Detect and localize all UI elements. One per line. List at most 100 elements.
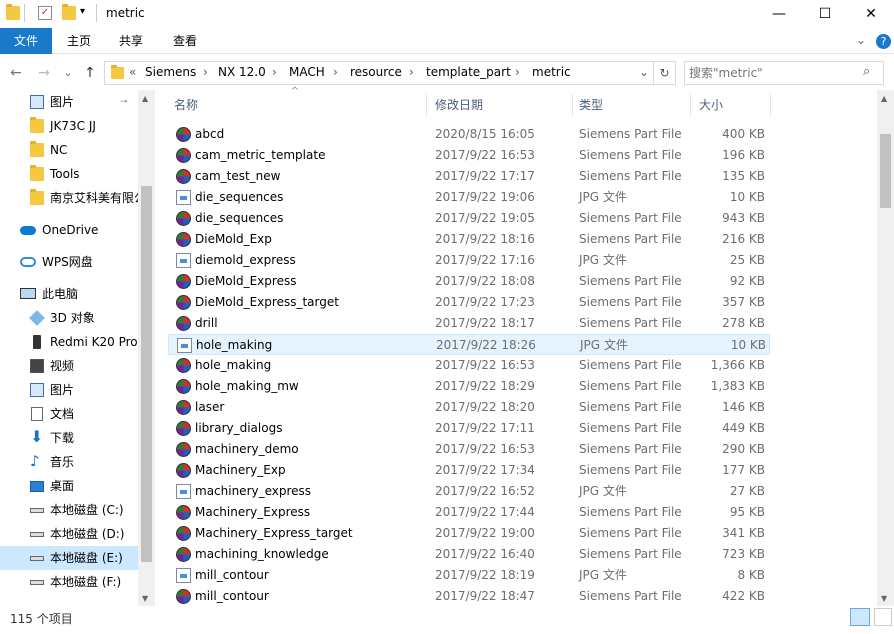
table-row[interactable]: DieMold_Exp 2017/9/22 18:16 Siemens Part F…: [168, 229, 770, 250]
breadcrumb-separator-icon[interactable]: ›: [203, 65, 208, 79]
table-row[interactable]: machinery_demo 2017/9/22 16:53 Siemens Par…: [168, 439, 770, 460]
table-row[interactable]: machinery_express 2017/9/22 16:52 JPG 文件 27…: [168, 481, 770, 502]
sidebar-item-drive-e[interactable]: 本地磁盘 (E:): [0, 546, 138, 570]
breadcrumb-item[interactable]: metric: [532, 65, 571, 79]
sidebar-item-shared-folder[interactable]: 南京艾科美有限公: [0, 186, 138, 210]
documents-icon: [31, 407, 43, 421]
table-row[interactable]: cam_metric_template 2017/9/22 16:53 Siemen…: [168, 145, 770, 166]
sidebar-item-desktop[interactable]: 桌面: [0, 474, 138, 498]
tab-file[interactable]: 文件: [0, 28, 52, 54]
breadcrumb-item[interactable]: MACH: [289, 65, 325, 79]
column-header-name[interactable]: 名称: [174, 94, 424, 116]
address-dropdown-icon[interactable]: ⌄: [639, 65, 649, 79]
file-size: 449 KB: [722, 421, 765, 435]
breadcrumb-item[interactable]: NX 12.0: [218, 65, 266, 79]
forward-button[interactable]: →: [34, 62, 54, 84]
minimize-button[interactable]: —: [756, 0, 802, 28]
table-row[interactable]: cam_test_new 2017/9/22 17:17 Siemens Part …: [168, 166, 770, 187]
sidebar-item-wps[interactable]: WPS网盘: [0, 250, 138, 274]
search-box[interactable]: ⌕: [684, 61, 884, 85]
sidebar-item-jk73c[interactable]: JK73C JJ: [0, 114, 138, 138]
column-divider[interactable]: [572, 94, 573, 116]
refresh-button[interactable]: ↻: [654, 61, 676, 85]
scroll-thumb[interactable]: [880, 134, 891, 208]
scroll-up-icon[interactable]: ▲: [142, 94, 148, 103]
large-icons-view-icon[interactable]: [874, 608, 892, 626]
column-divider[interactable]: [690, 94, 691, 116]
table-row[interactable]: die_sequences 2017/9/22 19:06 JPG 文件 10 KB: [168, 187, 770, 208]
help-icon[interactable]: ?: [876, 34, 891, 49]
sidebar-item-downloads[interactable]: ⬇ 下载: [0, 426, 138, 450]
table-row[interactable]: Machinery_Exp 2017/9/22 17:34 Siemens Part…: [168, 460, 770, 481]
table-row[interactable]: diemold_express 2017/9/22 17:16 JPG 文件 25 K…: [168, 250, 770, 271]
table-row[interactable]: hole_making_mw 2017/9/22 18:29 Siemens Par…: [168, 376, 770, 397]
scroll-down-icon[interactable]: ▼: [881, 594, 887, 603]
sidebar-item-music[interactable]: ♪ 音乐: [0, 450, 138, 474]
sidebar-item-onedrive[interactable]: OneDrive: [0, 218, 138, 242]
scroll-up-icon[interactable]: ▲: [881, 94, 887, 103]
navigation-pane[interactable]: 图片 ⊸ JK73C JJ NC Tools 南京艾科美有限公 OneDrive…: [0, 90, 153, 606]
file-size: 1,366 KB: [710, 358, 765, 372]
table-row[interactable]: Machinery_Express 2017/9/22 17:44 Siemens …: [168, 502, 770, 523]
table-row[interactable]: machining_knowledge 2017/9/22 16:40 Siemen…: [168, 544, 770, 565]
table-row[interactable]: DieMold_Express_target 2017/9/22 17:23 Sie…: [168, 292, 770, 313]
column-divider[interactable]: [770, 94, 771, 116]
tab-home[interactable]: 主页: [58, 28, 100, 54]
breadcrumb-separator-icon[interactable]: ›: [272, 65, 277, 79]
table-row[interactable]: hole_making 2017/9/22 18:26 JPG 文件 10 KB: [168, 334, 770, 355]
breadcrumb-overflow[interactable]: «: [129, 65, 136, 79]
sidebar-item-videos[interactable]: 视频: [0, 354, 138, 378]
sidebar-item-tools[interactable]: Tools: [0, 162, 138, 186]
sidebar-item-pictures[interactable]: 图片: [0, 378, 138, 402]
new-folder-icon[interactable]: [62, 4, 76, 20]
table-row[interactable]: library_dialogs 2017/9/22 17:11 Siemens Pa…: [168, 418, 770, 439]
back-button[interactable]: ←: [6, 62, 26, 84]
tab-share[interactable]: 共享: [110, 28, 152, 54]
table-row[interactable]: mill_contour 2017/9/22 18:47 Siemens Part …: [168, 586, 770, 607]
sidebar-scrollbar[interactable]: ▲ ▼: [138, 90, 155, 606]
customize-quick-access-icon[interactable]: ▾: [80, 6, 85, 17]
breadcrumb-item[interactable]: template_part: [426, 65, 511, 79]
breadcrumb-separator-icon[interactable]: ›: [515, 65, 520, 79]
sidebar-item-pictures-pinned[interactable]: 图片 ⊸: [0, 90, 138, 114]
breadcrumb-item[interactable]: resource: [350, 65, 402, 79]
table-row[interactable]: abcd 2020/8/15 16:05 Siemens Part File 400 …: [168, 124, 770, 145]
sidebar-item-phone[interactable]: Redmi K20 Pro: [0, 330, 138, 354]
breadcrumb-item[interactable]: Siemens: [145, 65, 196, 79]
scroll-down-icon[interactable]: ▼: [142, 594, 148, 603]
file-list-scrollbar[interactable]: ▲ ▼: [877, 90, 894, 606]
column-header-date[interactable]: 修改日期: [435, 94, 571, 116]
breadcrumb-separator-icon[interactable]: ›: [409, 65, 414, 79]
table-row[interactable]: laser 2017/9/22 18:20 Siemens Part File 146…: [168, 397, 770, 418]
scroll-thumb[interactable]: [141, 186, 152, 562]
table-row[interactable]: hole_making 2017/9/22 16:53 Siemens Part F…: [168, 355, 770, 376]
column-header-size[interactable]: 大小: [699, 94, 769, 116]
breadcrumb-separator-icon[interactable]: ›: [333, 65, 338, 79]
sidebar-item-drive-d[interactable]: 本地磁盘 (D:): [0, 522, 138, 546]
column-header-type[interactable]: 类型: [579, 94, 689, 116]
ribbon-expand-icon[interactable]: ⌄: [856, 33, 866, 47]
maximize-button[interactable]: ☐: [802, 0, 848, 28]
sidebar-item-drive-f[interactable]: 本地磁盘 (F:): [0, 570, 138, 594]
table-row[interactable]: mill_contour 2017/9/22 18:19 JPG 文件 8 KB: [168, 565, 770, 586]
sidebar-item-drive-c[interactable]: 本地磁盘 (C:): [0, 498, 138, 522]
sidebar-item-nc[interactable]: NC: [0, 138, 138, 162]
close-button[interactable]: ✕: [848, 0, 894, 28]
sidebar-item-documents[interactable]: 文档: [0, 402, 138, 426]
sidebar-item-3d-objects[interactable]: 3D 对象: [0, 306, 138, 330]
sidebar-item-this-pc[interactable]: 此电脑: [0, 282, 138, 306]
up-button[interactable]: ↑: [80, 62, 100, 84]
tab-view[interactable]: 查看: [164, 28, 206, 54]
divider: [96, 4, 97, 22]
search-icon[interactable]: ⌕: [863, 64, 870, 79]
address-bar[interactable]: « Siemens › NX 12.0 › MACH › resource › …: [104, 61, 654, 85]
table-row[interactable]: DieMold_Express 2017/9/22 18:08 Siemens Pa…: [168, 271, 770, 292]
table-row[interactable]: Machinery_Express_target 2017/9/22 19:00 S…: [168, 523, 770, 544]
table-row[interactable]: die_sequences 2017/9/22 19:05 Siemens Part…: [168, 208, 770, 229]
search-input[interactable]: [689, 64, 859, 82]
column-divider[interactable]: [426, 94, 427, 116]
properties-icon[interactable]: ✓: [38, 6, 52, 20]
table-row[interactable]: drill 2017/9/22 18:17 Siemens Part File 278…: [168, 313, 770, 334]
details-view-icon[interactable]: [850, 608, 870, 626]
recent-locations-button[interactable]: ⌄: [58, 62, 78, 84]
